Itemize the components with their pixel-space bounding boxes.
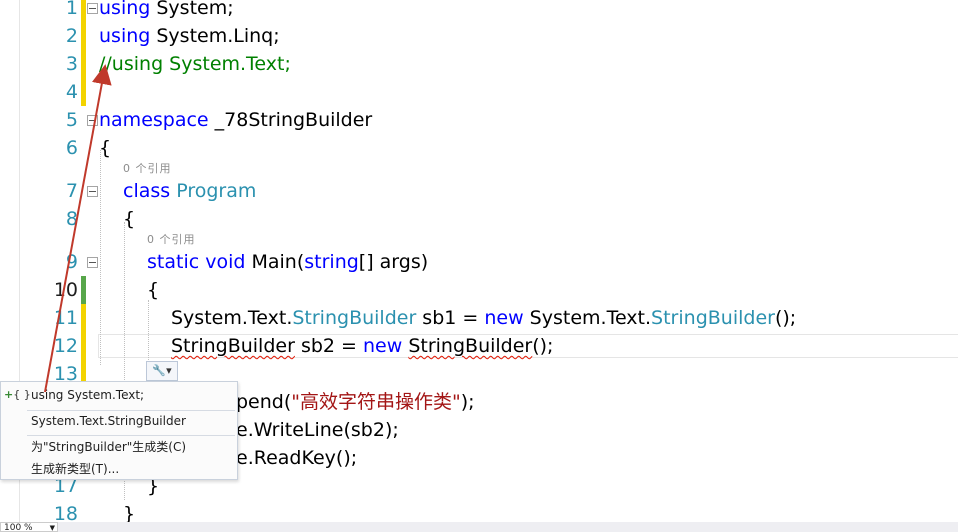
chevron-down-icon: ▼ xyxy=(49,524,55,532)
horizontal-scrollbar[interactable] xyxy=(0,522,958,532)
annotation-arrow-line xyxy=(44,64,112,393)
annotation-arrow xyxy=(44,64,112,393)
zoom-level-dropdown[interactable]: 100 % ▼ xyxy=(0,522,58,532)
code-editor[interactable]: 1 using System; 2 using System.Linq; 3//usin… xyxy=(0,0,958,522)
zoom-level-value: 100 % xyxy=(4,523,33,532)
